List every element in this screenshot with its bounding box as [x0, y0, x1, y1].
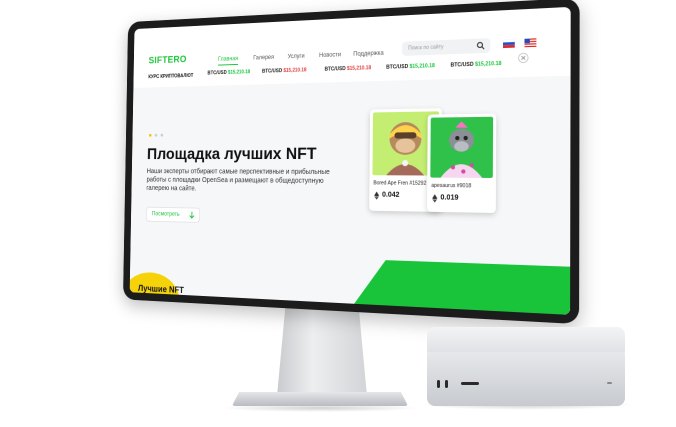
monitor-stand-neck: [277, 300, 367, 396]
hero-description: Наши эксперты отбирают самые перспективн…: [146, 167, 333, 195]
view-button-label: Посмотреть: [152, 211, 180, 217]
mac-mini-top: [427, 327, 625, 353]
ethereum-icon: [374, 191, 379, 199]
search-placeholder: Поиск по сайту: [408, 44, 443, 52]
monitor-screen: SIFTERO Главная Галерея Услуги Новости П…: [130, 7, 571, 315]
slider-dot[interactable]: [161, 134, 164, 137]
status-light: [607, 382, 612, 384]
monitor-bezel: SIFTERO Главная Галерея Услуги Новости П…: [123, 0, 580, 324]
nft-name: Bored Ape Fren #15292: [373, 180, 426, 187]
search-icon[interactable]: [477, 41, 485, 50]
ticker-price: $15,210.18: [475, 61, 501, 68]
arrow-down-icon: [189, 211, 195, 219]
device-illustration: SIFTERO Главная Галерея Услуги Новости П…: [0, 0, 676, 427]
ethereum-icon: [432, 194, 437, 202]
ticker-pair: BTC/USD: [325, 66, 346, 73]
slider-dot-active[interactable]: [149, 134, 152, 137]
flag-ru-icon[interactable]: [503, 39, 515, 48]
ticker-pair: BTC/USD: [451, 62, 474, 69]
ticker-price: $15,210.18: [228, 69, 250, 75]
rates-label: КУРС КРИПТОВАЛЮТ: [148, 73, 193, 80]
flag-us-icon[interactable]: [524, 38, 536, 47]
slider-dot[interactable]: [155, 134, 158, 137]
section-title: Лучшие NFT: [138, 283, 184, 295]
site-logo[interactable]: SIFTERO: [149, 55, 187, 67]
ticker-pair: BTC/USD: [207, 70, 226, 76]
usb-c-port: [445, 380, 448, 388]
ticker-price: $15,210.18: [410, 63, 435, 70]
hero-title: Площадка лучших NFT: [147, 144, 317, 164]
nav-item-support[interactable]: Поддержка: [353, 51, 383, 58]
ticker-pair: BTC/USD: [386, 64, 408, 71]
slider-dots[interactable]: [149, 134, 163, 137]
sd-card-slot: [461, 382, 479, 385]
nft-name: apesaurus #9018: [431, 183, 471, 190]
nft-price: 0.019: [440, 194, 458, 202]
ticker-pair: BTC/USD: [262, 68, 282, 74]
nft-price: 0.042: [382, 192, 399, 199]
usb-c-port: [437, 380, 440, 388]
nav-item-services[interactable]: Услуги: [288, 54, 305, 61]
ticker-item: BTC/USD $15,210.18: [386, 63, 435, 71]
nft-card[interactable]: apesaurus #9018 0.019: [427, 114, 496, 213]
ticker-item: BTC/USD $15,210.18: [325, 65, 372, 73]
ticker-price: $15,210.18: [347, 65, 371, 72]
nav-item-gallery[interactable]: Галерея: [253, 55, 274, 62]
close-icon[interactable]: [518, 52, 529, 63]
ticker-price: $15,210.18: [283, 67, 306, 74]
mac-mini-front: [427, 352, 625, 406]
ticker-item: BTC/USD $15,210.18: [451, 61, 502, 69]
view-button[interactable]: Посмотреть: [146, 207, 200, 223]
nft-image-apesaurus: [430, 117, 493, 178]
apesaurus-illustration: [430, 117, 493, 178]
ticker-item: BTC/USD $15,210.18: [207, 69, 250, 76]
ticker-item: BTC/USD $15,210.18: [262, 67, 307, 74]
nav-item-home[interactable]: Главная: [218, 56, 238, 65]
search-input[interactable]: Поиск по сайту: [402, 38, 490, 56]
monitor-stand-foot: [232, 392, 408, 406]
nav-item-news[interactable]: Новости: [319, 52, 341, 59]
